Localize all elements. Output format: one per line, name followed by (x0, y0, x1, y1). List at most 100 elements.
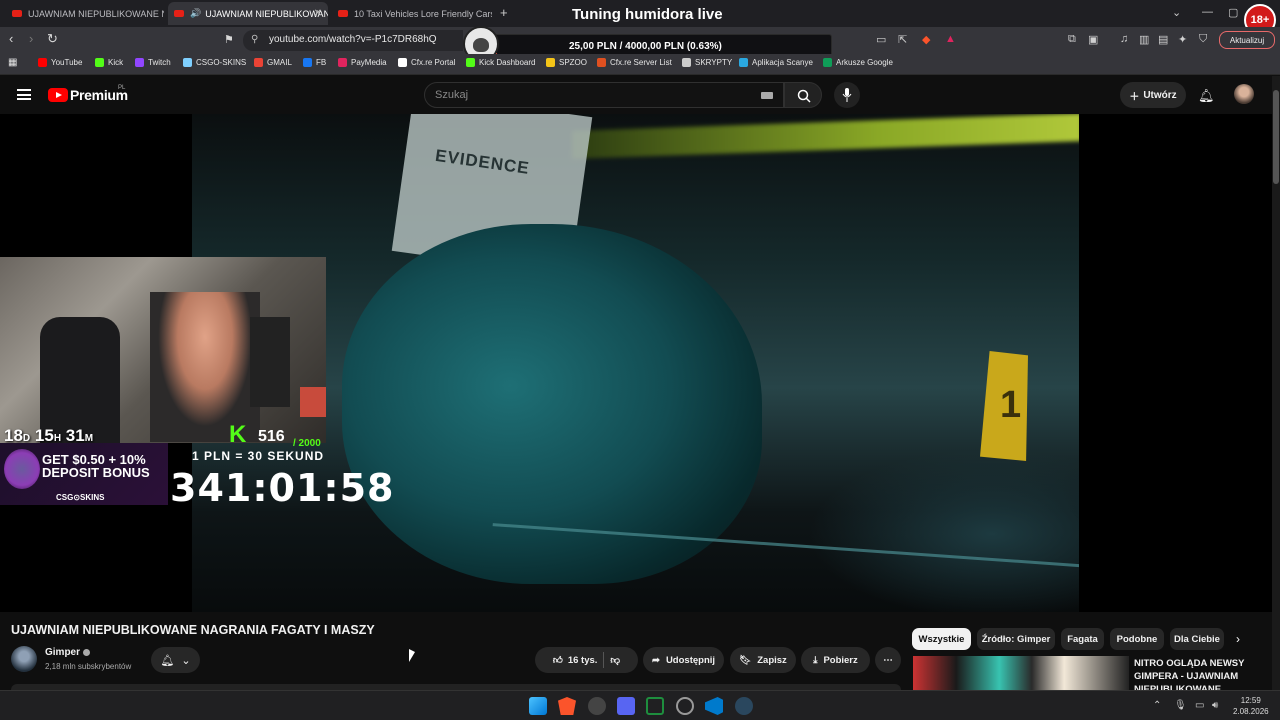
keyboard-icon[interactable] (761, 92, 773, 99)
new-tab-button[interactable]: + (500, 5, 508, 20)
chip-source-gimper[interactable]: Źródło: Gimper (977, 628, 1055, 650)
background-light (572, 114, 1079, 159)
bookmark-cfx-server-list[interactable]: Cfx.re Server List (597, 58, 672, 67)
recommended-video-thumbnail[interactable] (913, 656, 1129, 690)
more-icon: ⋯ (883, 654, 893, 666)
display-tray-icon[interactable]: ▭ (1195, 700, 1204, 711)
reload-icon[interactable]: ↻ (47, 31, 58, 47)
brave-browser-icon[interactable] (558, 697, 576, 715)
forward-arrow-icon[interactable]: › (29, 31, 33, 46)
notifications-bell-icon[interactable]: 🔔︎ (1198, 88, 1215, 104)
like-button[interactable]: 👍︎ 16 tys. (553, 654, 598, 667)
bookmark-gmail[interactable]: GMAIL (254, 58, 292, 67)
minimize-button[interactable]: — (1202, 6, 1213, 18)
bookmark-twitch[interactable]: Twitch (135, 58, 171, 67)
scrollbar-thumb[interactable] (1273, 90, 1279, 184)
thumbs-down-icon: 👎︎ (610, 655, 621, 666)
bookmark-label: SPZOO (559, 58, 588, 67)
kick-sub-count: 516 (258, 428, 285, 445)
microphone-tray-icon[interactable]: 🎙︎ (1174, 700, 1187, 711)
share-button[interactable]: ➦ Udostępnij (643, 647, 724, 673)
vpn-icon[interactable]: ⛉ (1199, 33, 1207, 46)
windows-start-icon[interactable] (529, 697, 547, 715)
browser-tab-3[interactable]: 10 Taxi Vehicles Lore Friendly Cars GT (332, 2, 492, 25)
download-button[interactable]: ⤓ Pobierz (801, 647, 870, 673)
youtube-masthead: Premium PL Szukaj ＋ Utwórz 🔔︎ (0, 76, 1272, 114)
bookmark-skrypty[interactable]: SKRYPTY (682, 58, 732, 67)
chip-similar[interactable]: Podobne (1110, 628, 1164, 650)
url-field[interactable]: ⚲ youtube.com/watch?v=-P1c7DR68hQ (243, 30, 463, 51)
media-icon[interactable]: ♫ (1120, 33, 1128, 45)
share-page-icon[interactable]: ⇱ (898, 33, 907, 46)
account-avatar[interactable] (1234, 84, 1254, 104)
download-icon: ⤓ (813, 654, 818, 666)
clock-date: 2.08.2026 (1233, 707, 1269, 716)
browser-tab-strip: UJAWNIAM NIEPUBLIKOWANE NAGR 🔊 UJAWNIAM … (0, 0, 1280, 36)
search-input[interactable]: Szukaj (424, 82, 784, 108)
close-tab-icon[interactable]: ✕ (314, 8, 322, 19)
back-arrow-icon[interactable]: ‹ (9, 31, 13, 46)
chip-all[interactable]: Wszystkie (912, 628, 971, 650)
subscription-notification-button[interactable]: 🔔︎ ⌄ (151, 647, 200, 673)
steam-icon[interactable] (735, 697, 753, 715)
discord-icon[interactable] (617, 697, 635, 715)
bookmark-icon: 🔖︎ (739, 654, 752, 666)
bookmark-youtube[interactable]: YouTube (38, 58, 82, 67)
brave-rewards-icon[interactable]: ▲ (945, 33, 956, 45)
bookmark-spzoo[interactable]: SPZOO (546, 58, 587, 67)
dislike-button[interactable]: 👎︎ (610, 654, 620, 666)
wallet-icon[interactable]: ▤ (1158, 33, 1168, 46)
bookmark-icon[interactable]: ⚑ (224, 33, 234, 46)
search-button[interactable] (784, 82, 822, 108)
chevron-right-icon[interactable]: › (1236, 632, 1240, 646)
bookmark-label: PayMedia (351, 58, 387, 67)
apps-grid-icon[interactable]: ▦ (8, 57, 17, 68)
bookmark-paymedia[interactable]: PayMedia (338, 58, 387, 67)
youtube-logo-icon[interactable] (48, 88, 68, 102)
screenshot-icon[interactable]: ▣ (1088, 33, 1098, 46)
bookmark-kick[interactable]: Kick (95, 58, 123, 67)
tray-chevron-icon[interactable]: ⌃ (1153, 700, 1161, 711)
chrome-icon[interactable] (588, 697, 606, 715)
update-browser-button[interactable]: Aktualizuj (1219, 31, 1275, 49)
create-button[interactable]: ＋ Utwórz (1120, 82, 1186, 108)
extensions-icon[interactable]: ⧉ (1068, 33, 1076, 46)
browser-tab-2[interactable]: 🔊 UJAWNIAM NIEPUBLIKOWAN ✕ (168, 2, 328, 25)
more-actions-button[interactable]: ⋯ (875, 647, 901, 673)
bookmark-label: Cfx.re Server List (610, 58, 672, 67)
chip-for-you[interactable]: Dla Ciebie (1170, 628, 1224, 650)
volume-icon[interactable]: 🔊︎ (1212, 700, 1218, 711)
download-label: Pobierz (823, 654, 858, 666)
voice-search-button[interactable] (834, 82, 860, 108)
clock[interactable]: 12:59 2.08.2026 (1233, 695, 1269, 717)
chip-fagata[interactable]: Fagata (1061, 628, 1104, 650)
channel-name[interactable]: Gimper (45, 647, 80, 658)
bookmark-scanye[interactable]: Aplikacja Scanye (739, 58, 813, 67)
speaker-icon: 🔊 (190, 8, 202, 18)
cast-icon[interactable]: ▭ (876, 33, 886, 46)
bookmark-google-sheets[interactable]: Arkusze Google (823, 58, 893, 67)
recommended-video-title[interactable]: NITRO OGLĄDA NEWSY GIMPERA - UJAWNIAM NI… (1134, 657, 1254, 690)
sidebar-icon[interactable]: ▥ (1139, 33, 1149, 46)
brave-shield-icon[interactable]: ◆ (922, 33, 930, 46)
bookmark-fb[interactable]: FB (303, 58, 326, 67)
maximize-button[interactable]: ▢ (1228, 6, 1238, 19)
vscode-icon[interactable] (705, 697, 723, 715)
app-icon[interactable] (676, 697, 694, 715)
site-info-icon[interactable]: ⚲ (251, 34, 258, 45)
tab-search-chevron-icon[interactable]: ⌄ (1172, 6, 1181, 19)
bookmark-kick-dashboard[interactable]: Kick Dashboard (466, 58, 535, 67)
menu-hamburger-icon[interactable] (17, 89, 31, 100)
channel-avatar[interactable] (11, 646, 37, 672)
plus-icon: ＋ (1129, 91, 1140, 103)
csgo-skins-promo-banner: GET $0.50 + 10% DEPOSIT BONUS CSG⊙SKINS (0, 443, 168, 505)
mouse-cursor (409, 649, 415, 662)
kick-sub-goal: / 2000 (293, 438, 321, 449)
leo-ai-icon[interactable]: ✦ (1178, 33, 1187, 46)
browser-tab-1[interactable]: UJAWNIAM NIEPUBLIKOWANE NAGR (6, 2, 164, 25)
bookmark-cfx-portal[interactable]: Cfx.re Portal (398, 58, 455, 67)
evidence-marker-number: 1 (1000, 384, 1022, 426)
save-button[interactable]: 🔖︎ Zapisz (730, 647, 796, 673)
excel-icon[interactable] (646, 697, 664, 715)
bookmark-csgo-skins[interactable]: CSGO-SKINS (183, 58, 246, 67)
